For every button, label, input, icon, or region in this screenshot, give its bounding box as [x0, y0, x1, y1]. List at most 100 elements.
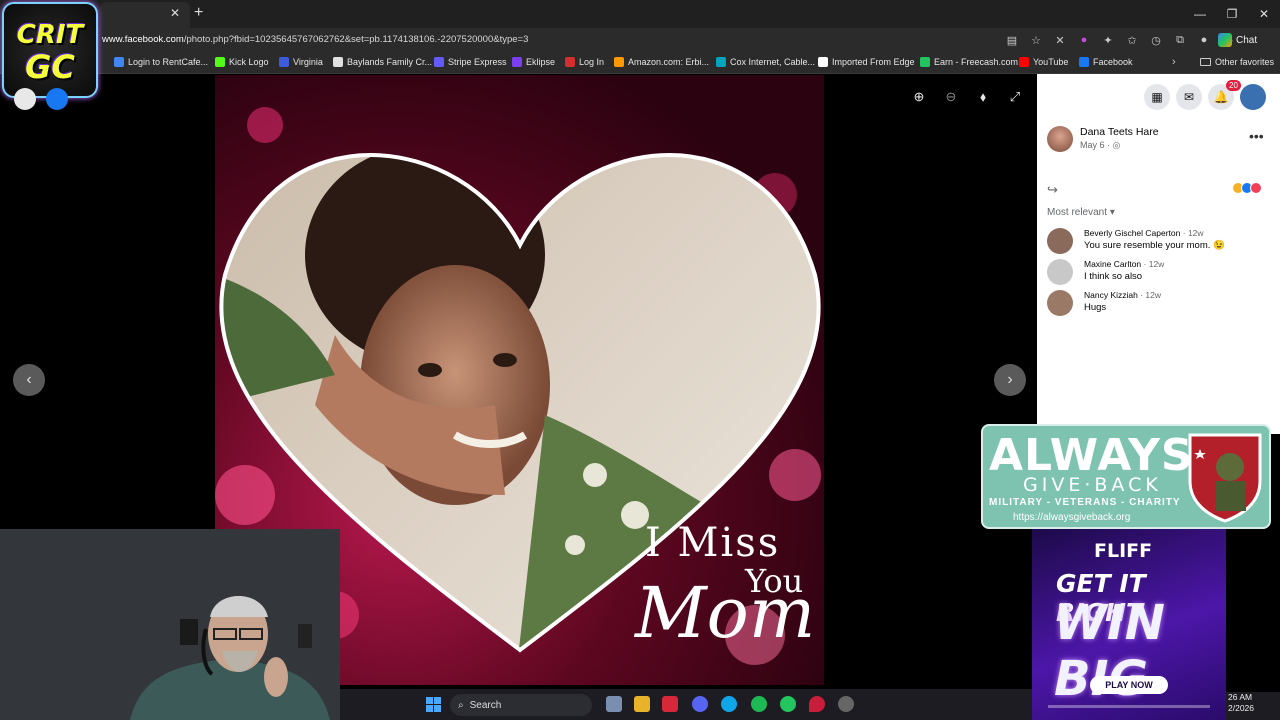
discord-icon[interactable]	[692, 696, 708, 712]
window-controls: — ❐ ✕	[1184, 0, 1280, 28]
zoom-in-icon[interactable]: ⊕	[910, 88, 928, 106]
edge-icon[interactable]	[721, 696, 737, 712]
fullscreen-icon[interactable]: ⤢	[1006, 88, 1024, 106]
poster-avatar[interactable]	[1047, 126, 1073, 152]
commenter-meta: Nancy Kizziah · 12w	[1084, 290, 1161, 300]
new-tab-icon[interactable]: +	[194, 4, 203, 22]
bookmark-item[interactable]: Kick Logo	[215, 57, 269, 67]
clock-date: 2/2026	[1228, 703, 1254, 713]
tag-icon[interactable]: ⬧	[974, 88, 992, 106]
play-now-button[interactable]: PLAY NOW	[1090, 676, 1168, 694]
fliff-ad[interactable]: FLIFF GET IT RIGHT WIN BIG PLAY NOW	[1032, 529, 1226, 720]
account-avatar[interactable]	[1240, 84, 1266, 110]
bookmark-item[interactable]: Virginia	[279, 57, 323, 67]
extension-purple-icon[interactable]: ●	[1076, 32, 1092, 48]
file-explorer-icon[interactable]	[634, 696, 650, 712]
commenter-meta: Beverly Gischel Caperton · 12w	[1084, 228, 1204, 238]
bookmark-item[interactable]: Baylands Family Cr...	[333, 57, 432, 67]
post-options-icon[interactable]: •••	[1249, 128, 1264, 144]
poster-name[interactable]: Dana Teets Hare	[1080, 126, 1159, 138]
bookmarks-overflow-icon[interactable]: ›	[1172, 56, 1176, 68]
menu-grid-icon[interactable]: ▦	[1144, 84, 1170, 110]
commenter-name[interactable]: Maxine Carlton	[1084, 259, 1141, 269]
chat-button[interactable]: Chat	[1218, 33, 1257, 47]
history-icon[interactable]: ◷	[1148, 32, 1164, 48]
maximize-icon[interactable]: ❐	[1216, 0, 1248, 28]
commenter-avatar[interactable]	[1047, 259, 1073, 285]
bookmark-item[interactable]: Facebook	[1079, 57, 1133, 67]
sort-label: Most relevant	[1047, 207, 1108, 218]
webcam-overlay	[0, 529, 340, 720]
favorites-icon[interactable]: ✩	[1124, 32, 1140, 48]
profile-icon[interactable]: ●	[1196, 32, 1212, 48]
xbox-icon[interactable]	[780, 696, 796, 712]
bookmark-item[interactable]: Cox Internet, Cable...	[716, 57, 815, 67]
next-photo-button[interactable]: ›	[994, 364, 1026, 396]
notification-badge: 20	[1226, 80, 1241, 91]
always-give-back-ad[interactable]: ALWAYS GIVE·BACK MILITARY - VETERANS - C…	[981, 424, 1271, 529]
maps-pin-icon[interactable]	[809, 696, 825, 712]
audience-globe-icon: ◎	[1112, 140, 1121, 150]
commenter-avatar[interactable]	[1047, 290, 1073, 316]
clock-time: 26 AM	[1228, 692, 1253, 702]
bookmark-label: Cox Internet, Cable...	[730, 57, 816, 67]
fliff-fine-print	[1048, 705, 1210, 708]
commenter-name[interactable]: Beverly Gischel Caperton	[1084, 228, 1180, 238]
tab-close-icon[interactable]: ✕	[170, 6, 180, 20]
share-icon[interactable]: ↪	[1047, 182, 1058, 198]
commenter-name[interactable]: Nancy Kizziah	[1084, 290, 1138, 300]
browser-toolbar: ▤ ☆ ✕ ● ✦ ✩ ◷ ⧉ ● ⋯	[1004, 32, 1236, 48]
logo-text-crit: CRIT	[16, 20, 84, 50]
url-domain: www.facebook.com	[102, 34, 184, 45]
fliff-logo: FLIFF	[1094, 540, 1153, 562]
close-viewer-button[interactable]	[14, 88, 36, 110]
chevron-right-icon: ›	[1007, 371, 1013, 388]
commenter-avatar[interactable]	[1047, 228, 1073, 254]
commenter-meta: Maxine Carlton · 12w	[1084, 259, 1164, 269]
spotify-icon[interactable]	[751, 696, 767, 712]
zoom-out-icon[interactable]: ⊖	[942, 88, 960, 106]
bookmark-item[interactable]: Login to RentCafe...	[114, 57, 208, 67]
bookmark-label: Login to RentCafe...	[128, 57, 209, 67]
bookmark-label: Virginia	[293, 57, 323, 67]
bookmark-item[interactable]: Log In	[565, 57, 604, 67]
bookmark-label: Baylands Family Cr...	[347, 57, 433, 67]
extension-icon[interactable]: ✕	[1052, 32, 1068, 48]
reaction-icons[interactable]	[1232, 182, 1262, 194]
messenger-icon[interactable]: ✉	[1176, 84, 1202, 110]
bookmark-favicon-icon	[818, 57, 828, 67]
app-gray-icon[interactable]	[838, 696, 854, 712]
previous-photo-button[interactable]: ‹	[13, 364, 45, 396]
bookmark-item[interactable]: Imported From Edge	[818, 57, 915, 67]
bookmark-item[interactable]: Earn - Freecash.com	[920, 57, 1018, 67]
other-favorites[interactable]: Other favorites	[1200, 57, 1274, 67]
minimize-icon[interactable]: —	[1184, 0, 1216, 28]
bookmark-label: Amazon.com: Erbi...	[628, 57, 710, 67]
taskbar-clock[interactable]: 26 AM 2/2026	[1226, 692, 1280, 720]
app-red-icon[interactable]	[662, 696, 678, 712]
close-window-icon[interactable]: ✕	[1248, 0, 1280, 28]
comment-sort-dropdown[interactable]: Most relevant ▾	[1047, 207, 1115, 218]
caret-down-icon: ▾	[1109, 207, 1115, 218]
agb-url[interactable]: https://alwaysgiveback.org	[1013, 512, 1130, 523]
windows-start-icon[interactable]	[426, 697, 441, 712]
bookmark-label: Log In	[579, 57, 605, 67]
facebook-logo-icon[interactable]	[46, 88, 68, 110]
bookmark-favicon-icon	[333, 57, 343, 67]
bookmark-item[interactable]: Eklipse	[512, 57, 555, 67]
favorite-star-icon[interactable]: ☆	[1028, 32, 1044, 48]
url-field[interactable]: www.facebook.com/photo.php?fbid=10235645…	[102, 34, 528, 45]
logo-text-gc: GC	[25, 48, 75, 86]
collections-icon[interactable]: ⧉	[1172, 32, 1188, 48]
browser-tab-bar: ✕ + — ❐ ✕	[0, 0, 1280, 28]
caption-line3: Mom	[635, 572, 816, 654]
bookmark-item[interactable]: Stripe Express	[434, 57, 507, 67]
taskbar-search[interactable]: ⌕ Search	[450, 694, 592, 716]
search-icon: ⌕	[458, 699, 464, 711]
bookmark-item[interactable]: YouTube	[1019, 57, 1068, 67]
reader-icon[interactable]: ▤	[1004, 32, 1020, 48]
puzzle-icon[interactable]: ✦	[1100, 32, 1116, 48]
task-view-icon[interactable]	[606, 696, 622, 712]
bookmark-item[interactable]: Amazon.com: Erbi...	[614, 57, 709, 67]
bookmark-label: Eklipse	[526, 57, 556, 67]
